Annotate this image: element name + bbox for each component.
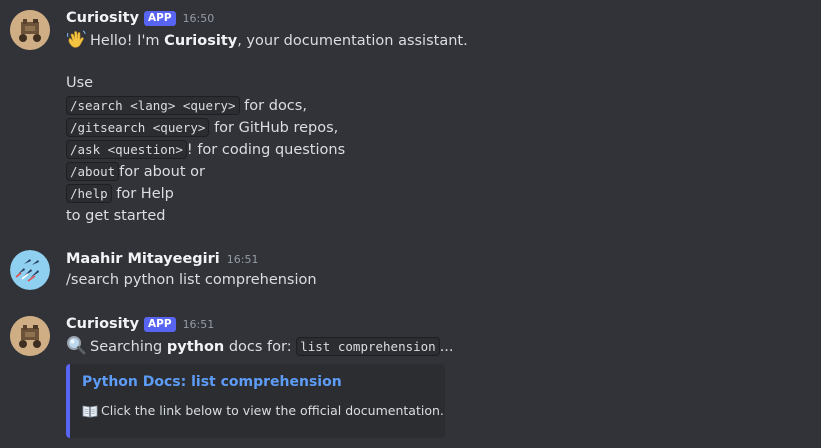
timestamp[interactable]: 16:51 (227, 253, 259, 266)
open-book-icon (82, 404, 98, 421)
command-line-help: /help for Help (66, 183, 174, 205)
docs-embed: Python Docs: list comprehension Click th… (66, 364, 445, 438)
searching-text-post: ... (439, 339, 454, 355)
searching-text-pre: Searching (90, 339, 167, 355)
embed-description-text: Click the link below to view the officia… (101, 403, 444, 418)
greeting-text-post: , your documentation assistant. (237, 33, 468, 49)
command-line-about: /about for about or (66, 161, 205, 183)
magnifying-glass-icon (66, 335, 86, 362)
searching-language: python (166, 339, 225, 355)
use-label: Use (66, 75, 94, 91)
author-name[interactable]: Curiosity (66, 316, 139, 332)
searching-line: Searching python docs for: list comprehe… (66, 335, 454, 357)
user-avatar[interactable] (10, 250, 50, 290)
greeting-line: Hello! I'm Curiosity, your documentation… (66, 29, 468, 51)
command-code: /ask <question> (66, 140, 187, 159)
timestamp[interactable]: 16:51 (183, 318, 215, 331)
command-code: /search <lang> <query> (66, 96, 240, 115)
author-name[interactable]: Maahir Mitayeegiri (66, 251, 220, 267)
waving-hand-icon (66, 29, 86, 56)
message-header: Maahir Mitayeegiri 16:51 (66, 248, 258, 270)
closing-text: to get started (66, 208, 166, 224)
app-badge: APP (144, 316, 176, 332)
message-header: Curiosity APP 16:51 (66, 313, 214, 335)
command-line-gitsearch: /gitsearch <query> for GitHub repos, (66, 117, 338, 139)
author-name[interactable]: Curiosity (66, 10, 139, 26)
embed-description: Click the link below to view the officia… (82, 403, 444, 421)
greeting-bot-name: Curiosity (164, 33, 238, 49)
command-desc: for about or (119, 164, 205, 180)
embed-title-link[interactable]: Python Docs: list comprehension (82, 374, 342, 390)
greeting-text-pre: Hello! I'm (90, 33, 165, 49)
command-line-search: /search <lang> <query> for docs, (66, 95, 307, 117)
command-code: /help (66, 184, 112, 203)
message-header: Curiosity APP 16:50 (66, 7, 214, 29)
searching-text-mid: docs for: (224, 339, 297, 355)
curiosity-avatar[interactable] (10, 316, 50, 356)
app-badge: APP (144, 10, 176, 26)
timestamp[interactable]: 16:50 (183, 12, 215, 25)
curiosity-avatar[interactable] (10, 10, 50, 50)
message-text: /search python list comprehension (66, 272, 317, 288)
command-desc: for GitHub repos, (209, 120, 339, 136)
command-desc: for docs, (239, 98, 307, 114)
command-code: /about (66, 162, 120, 181)
command-desc: for Help (111, 186, 174, 202)
command-code: /gitsearch <query> (66, 118, 210, 137)
command-line-ask: /ask <question>! for coding questions (66, 139, 345, 161)
command-desc: ! for coding questions (186, 142, 346, 158)
searching-query-code: list comprehension (296, 337, 440, 356)
